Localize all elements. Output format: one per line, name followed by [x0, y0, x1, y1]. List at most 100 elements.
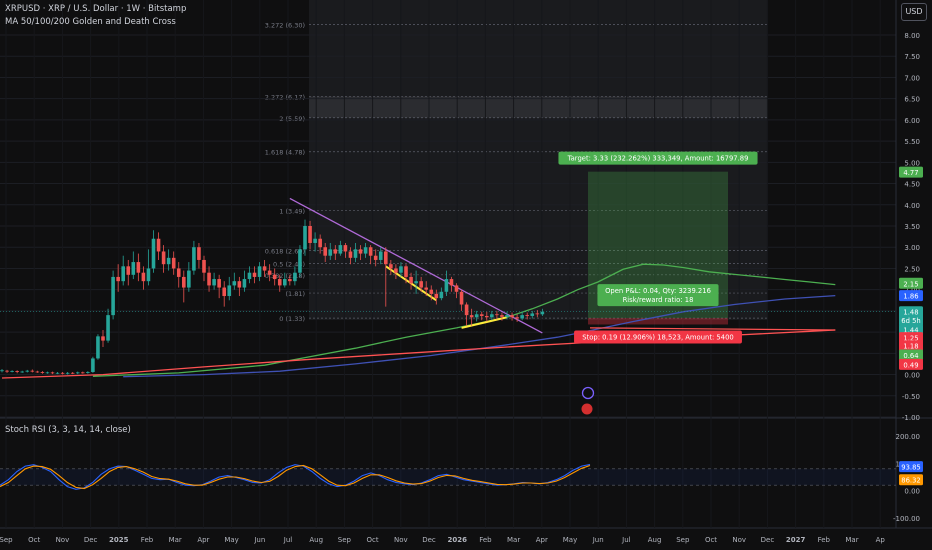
time-tick-label: Dec: [84, 536, 98, 544]
candle-body: [262, 266, 267, 271]
time-tick-label: Aug: [309, 536, 323, 544]
candle-body: [131, 262, 136, 275]
time-tick-label: Sep: [676, 536, 690, 544]
price-tick-label: 5.50: [904, 138, 920, 146]
price-tick-label: 4.00: [904, 202, 920, 210]
candle-body: [530, 313, 535, 316]
candle-body: [293, 272, 297, 282]
time-tick-label: Nov: [394, 536, 408, 544]
fib-level-label: 2.272 (6.17): [265, 94, 305, 102]
time-tick-label: May: [563, 536, 577, 544]
candle-body: [267, 270, 272, 275]
candle-body: [318, 238, 322, 248]
candle-body: [373, 255, 378, 260]
price-tick-label: 6.50: [904, 96, 920, 104]
time-tick-label: Oct: [367, 536, 379, 544]
time-tick-label: Mar: [169, 536, 182, 544]
candle-body: [111, 276, 115, 316]
candle-body: [86, 372, 90, 373]
price-badge-label: 0.49: [903, 361, 918, 369]
candle-body: [419, 281, 423, 288]
event-marker-icon[interactable]: [581, 386, 595, 400]
price-badge-label: 1.18: [903, 343, 918, 351]
candle-body: [40, 372, 45, 373]
candle-body: [25, 370, 30, 372]
stoch-rsi-title[interactable]: Stoch RSI (3, 3, 14, 14, close): [5, 425, 131, 435]
candle-body: [136, 262, 141, 273]
price-tick-label: 7.50: [904, 53, 920, 61]
candle-body: [91, 358, 95, 373]
candle-body: [338, 245, 343, 254]
candle-body: [182, 276, 186, 288]
price-tick-label: 7.00: [904, 74, 920, 82]
candle-body: [81, 372, 85, 374]
candle-body: [96, 336, 100, 359]
candle-body: [459, 291, 464, 305]
candle-body: [232, 281, 237, 286]
price-tick-label: 4.50: [904, 181, 920, 189]
price-badge-label: 6d 5h: [901, 317, 920, 325]
candle-body: [540, 311, 545, 315]
candle-body: [20, 371, 24, 373]
candle-body: [283, 279, 287, 286]
candle-body: [308, 226, 312, 243]
time-tick-label: Apr: [536, 536, 548, 544]
time-tick-label: Ap: [876, 536, 886, 544]
candle-body: [505, 315, 509, 317]
candle-body: [257, 266, 262, 277]
currency-button[interactable]: USD: [901, 3, 927, 21]
candle-body: [242, 279, 247, 288]
candle-body: [378, 251, 383, 260]
candle-body: [45, 372, 50, 374]
candle-body: [485, 315, 489, 318]
price-tick-label: -0.50: [902, 393, 920, 401]
stop-label: Stop: 0.19 (12.906%) 18,523, Amount: 540…: [582, 333, 733, 341]
candle-body: [409, 276, 413, 284]
candle-body: [424, 287, 428, 290]
candle-body: [535, 313, 540, 315]
candle-body: [116, 276, 120, 282]
time-tick-label: Jul: [283, 536, 293, 544]
candle-body: [30, 370, 35, 372]
candle-body: [202, 259, 206, 273]
candle-body: [399, 266, 403, 273]
price-badge-label: 0.64: [903, 352, 918, 360]
price-tick-label: 6.00: [904, 117, 920, 125]
candle-body: [55, 372, 60, 374]
candle-body: [449, 279, 454, 286]
symbol-title[interactable]: XRPUSD · XRP / U.S. Dollar · 1W · Bitsta…: [5, 4, 186, 14]
indicator-title[interactable]: MA 50/100/200 Golden and Death Cross: [5, 17, 176, 27]
candle-body: [227, 285, 232, 297]
time-tick-label: Apr: [197, 536, 209, 544]
price-tick-label: 2.50: [904, 265, 920, 273]
time-tick-label: Feb: [818, 536, 831, 544]
position-stop-zone[interactable]: [588, 318, 728, 325]
candle-body: [75, 372, 80, 374]
candle-body: [389, 264, 393, 269]
price-badge-label: 1.86: [903, 293, 918, 301]
time-tick-label: 2027: [786, 536, 806, 544]
candle-body: [192, 247, 196, 271]
candle-body: [126, 266, 131, 275]
time-tick-label: Oct: [28, 536, 40, 544]
candle-body: [151, 238, 156, 269]
candle-body: [35, 371, 40, 373]
chart-canvas[interactable]: 3.272 (6.30) 2.272 (6.17) 2 (5.59) 1.618 (4…: [0, 0, 932, 550]
fib-level-label: 3.272 (6.30): [265, 21, 305, 29]
candle-body: [515, 317, 519, 319]
rsi-tick-label: 200.00: [896, 433, 921, 441]
candle-body: [70, 372, 75, 374]
candle-body: [414, 281, 418, 284]
candle-body: [10, 371, 14, 372]
fib-level-label: 2 (5.59): [279, 115, 305, 123]
time-tick-label: Mar: [507, 536, 520, 544]
rsi-badge-label: 86.32: [901, 477, 920, 485]
candle-body: [384, 251, 388, 265]
candle-body: [171, 257, 176, 269]
time-tick-label: Sep: [338, 536, 352, 544]
earnings-marker-icon[interactable]: [581, 403, 593, 415]
candle-body: [247, 272, 252, 280]
price-tick-label: -1.00: [902, 414, 920, 422]
candle-body: [161, 251, 166, 265]
candle-body: [348, 251, 353, 258]
